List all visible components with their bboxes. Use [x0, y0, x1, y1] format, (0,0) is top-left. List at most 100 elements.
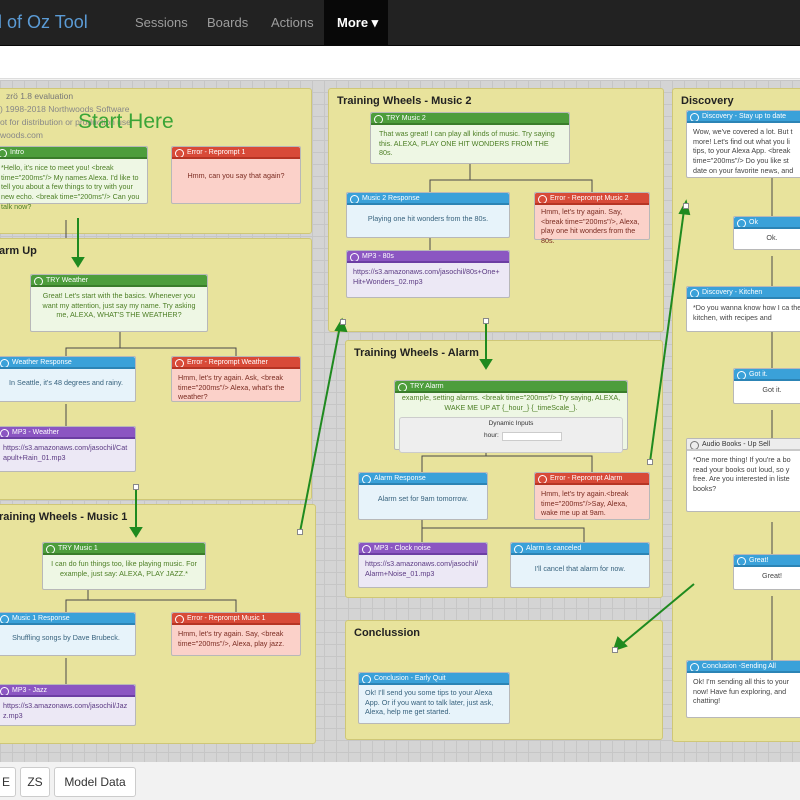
- node-got-it[interactable]: Got it. Got it.: [733, 368, 800, 404]
- hour-label: hour:: [484, 432, 499, 440]
- node-title: Great!: [734, 555, 800, 567]
- node-discovery-kitchen[interactable]: Discovery - Kitchen *Do you wanna know ho…: [686, 286, 800, 332]
- node-title: MP3 - Clock noise: [359, 543, 487, 555]
- node-title: Conclusion -Sending All: [687, 661, 800, 673]
- dynamic-inputs-title: Dynamic Inputs: [488, 420, 534, 427]
- node-title: MP3 - 80s: [347, 251, 509, 263]
- node-music1-response[interactable]: Music 1 Response Shuffling songs by Dave …: [0, 612, 136, 656]
- node-body: I'll cancel that alarm for now.: [534, 564, 626, 573]
- nav-more-dropdown[interactable]: More ▾: [324, 0, 388, 46]
- node-alarm-response[interactable]: Alarm Response Alarm set for 9am tomorrow…: [358, 472, 488, 520]
- node-audio-books-up-sell[interactable]: Audio Books - Up Sell *One more thing! If…: [686, 438, 800, 512]
- node-title: Ok: [734, 217, 800, 229]
- nav-sessions[interactable]: Sessions: [135, 15, 188, 30]
- node-title: Error - Reprompt Music 1: [172, 613, 300, 625]
- node-weather-response[interactable]: Weather Response In Seattle, it's 48 degr…: [0, 356, 136, 402]
- port-handle[interactable]: [133, 484, 139, 490]
- node-title: Alarm Response: [359, 473, 487, 485]
- node-try-alarm[interactable]: TRY Alarm example, setting alarms. <break…: [394, 380, 628, 453]
- port-handle[interactable]: [612, 647, 618, 653]
- node-body: Ok! I'm sending all this to your now! Ha…: [693, 677, 790, 706]
- node-try-music1[interactable]: TRY Music 1 I can do fun things too, like…: [42, 542, 206, 590]
- node-title: Discovery - Stay up to date: [687, 111, 800, 123]
- node-conclusion-sending-all[interactable]: Conclusion -Sending All Ok! I'm sending a…: [686, 660, 800, 718]
- node-title: TRY Alarm: [395, 381, 627, 393]
- node-title: Error - Reprompt Weather: [172, 357, 300, 369]
- node-title: TRY Weather: [31, 275, 207, 287]
- node-body: https://s3.amazonaws.com/jasochil/Jazz.m…: [3, 701, 128, 720]
- node-title: Discovery - Kitchen: [687, 287, 800, 299]
- node-mp3-clock-noise[interactable]: MP3 - Clock noise https://s3.amazonaws.co…: [358, 542, 488, 588]
- node-title: TRY Music 1: [43, 543, 205, 555]
- footer-button-model-data[interactable]: Model Data: [54, 767, 136, 797]
- node-body: Playing one hit wonders from the 80s.: [367, 214, 489, 223]
- port-handle[interactable]: [340, 319, 346, 325]
- app-brand[interactable]: d of Oz Tool: [0, 12, 88, 33]
- node-mp3-jazz[interactable]: MP3 - Jazz https://s3.amazonaws.com/jasoc…: [0, 684, 136, 726]
- footer-button-e[interactable]: E: [0, 767, 16, 797]
- node-error-reprompt-music2[interactable]: Error - Reprompt Music 2 Hmm, let's try a…: [534, 192, 650, 245]
- node-title: Error - Reprompt Alarm: [535, 473, 649, 485]
- node-title: Error - Reprompt 1: [172, 147, 300, 159]
- node-body: Ok.: [766, 233, 778, 242]
- node-body: *One more thing! If you're a bo read you…: [693, 455, 791, 494]
- node-title: Weather Response: [0, 357, 135, 369]
- node-title: Music 1 Response: [0, 613, 135, 625]
- node-mp3-80s[interactable]: MP3 - 80s https://s3.amazonaws.com/jasoch…: [346, 250, 510, 298]
- footer-button-zs[interactable]: ZS: [20, 767, 50, 797]
- node-body: Alarm set for 9am tomorrow.: [377, 494, 469, 503]
- node-intro[interactable]: Intro *Hello, it's nice to meet you! <bre…: [0, 146, 148, 211]
- node-great[interactable]: Great! Great!: [733, 554, 800, 590]
- port-handle[interactable]: [483, 318, 489, 324]
- node-music2-response[interactable]: Music 2 Response Playing one hit wonders …: [346, 192, 510, 238]
- diagram-canvas[interactable]: arm Up raining Wheels - Music 1 Training…: [0, 80, 800, 762]
- node-alarm-canceled[interactable]: Alarm is canceled I'll cancel that alarm …: [510, 542, 650, 588]
- nav-actions[interactable]: Actions: [271, 15, 314, 30]
- node-body: Got it.: [762, 385, 782, 394]
- node-body: *Do you wanna know how I ca the kitchen,…: [693, 303, 800, 322]
- node-error-reprompt-music1[interactable]: Error - Reprompt Music 1 Hmm, let's try a…: [171, 612, 301, 656]
- node-body: https://s3.amazonaws.com/jasochil/80s+On…: [353, 267, 500, 286]
- node-title: Audio Books - Up Sell: [687, 439, 800, 451]
- node-title: Got it.: [734, 369, 800, 381]
- node-body: Hmm, let's try again. Ask, <break time="…: [178, 373, 285, 402]
- toolbar-band: [0, 46, 800, 79]
- node-body: Hmm, can you say that again?: [187, 171, 285, 180]
- node-title: TRY Music 2: [371, 113, 569, 125]
- node-ok[interactable]: Ok Ok.: [733, 216, 800, 250]
- nav-boards[interactable]: Boards: [207, 15, 248, 30]
- node-body: example, setting alarms. <break time="20…: [401, 393, 621, 412]
- node-try-weather[interactable]: TRY Weather Great! Let's start with the b…: [30, 274, 208, 332]
- node-body: https://s3.amazonaws.com/jasochil/Catapu…: [3, 443, 128, 462]
- node-body: Wow, we've covered a lot. But t more! Le…: [693, 127, 794, 175]
- node-title: MP3 - Weather: [0, 427, 135, 439]
- port-handle[interactable]: [297, 529, 303, 535]
- node-body: *Hello, it's nice to meet you! <break ti…: [1, 163, 140, 211]
- node-title: MP3 - Jazz: [0, 685, 135, 697]
- node-conclusion-early-quit[interactable]: Conclusion - Early Quit Ok! I'll send you…: [358, 672, 510, 724]
- hour-input[interactable]: [501, 431, 562, 441]
- node-body: I can do fun things too, like playing mu…: [51, 559, 197, 578]
- node-error-reprompt-1[interactable]: Error - Reprompt 1 Hmm, can you say that …: [171, 146, 301, 204]
- node-body: That was great! I can play all kinds of …: [379, 129, 555, 158]
- node-title: Music 2 Response: [347, 193, 509, 205]
- node-try-music2[interactable]: TRY Music 2 That was great! I can play al…: [370, 112, 570, 164]
- node-discovery-stay-up-to-date[interactable]: Discovery - Stay up to date Wow, we've co…: [686, 110, 800, 178]
- node-mp3-weather[interactable]: MP3 - Weather https://s3.amazonaws.com/ja…: [0, 426, 136, 472]
- port-handle[interactable]: [683, 203, 689, 209]
- node-body: Ok! I'll send you some tips to your Alex…: [365, 688, 494, 717]
- node-body: In Seattle, it's 48 degrees and rainy.: [9, 378, 123, 387]
- node-title: Conclusion - Early Quit: [359, 673, 509, 685]
- node-title: Alarm is canceled: [511, 543, 649, 555]
- node-body: Shuffling songs by Dave Brubeck.: [12, 633, 120, 642]
- node-body: Hmm, let's try again. Say, <break time="…: [541, 207, 640, 246]
- node-body: Great!: [762, 571, 782, 580]
- node-error-reprompt-weather[interactable]: Error - Reprompt Weather Hmm, let's try a…: [171, 356, 301, 402]
- port-handle[interactable]: [647, 459, 653, 465]
- node-body: Hmm, let's try again. Say, <break time="…: [178, 629, 285, 648]
- node-title: Intro: [0, 147, 147, 159]
- node-body: Hmm, let's try again.<break time="200ms"…: [541, 489, 629, 518]
- node-error-reprompt-alarm[interactable]: Error - Reprompt Alarm Hmm, let's try aga…: [534, 472, 650, 520]
- node-title: Error - Reprompt Music 2: [535, 193, 649, 205]
- top-navbar: d of Oz Tool Sessions Boards Actions Mor…: [0, 0, 800, 46]
